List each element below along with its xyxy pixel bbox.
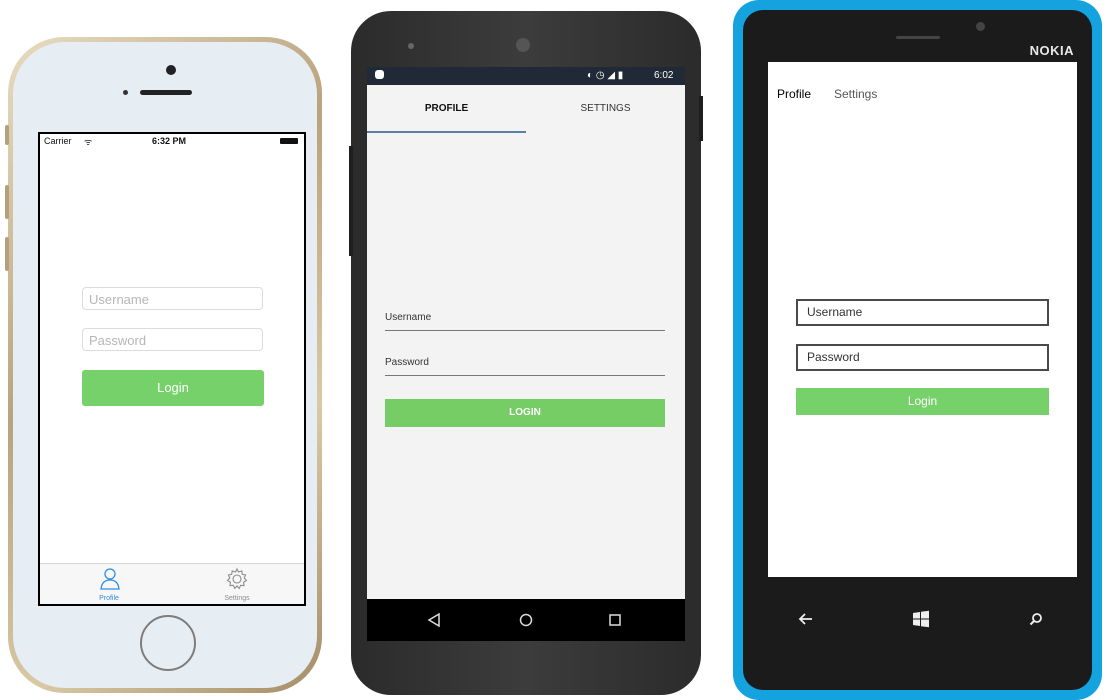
wifi-icon: ᯤ [84,137,93,147]
ios-tab-bar: Profile Settings [40,563,304,604]
volume-up-button [5,185,9,219]
login-button[interactable]: LOGIN [385,399,665,427]
camera-icon [166,65,176,75]
mute-switch [5,125,9,145]
earpiece-speaker [896,36,940,39]
proximity-sensor [123,90,128,95]
earpiece-speaker [140,90,192,95]
windows-phone-device: NOKIA Profile Settings Username Password… [733,0,1102,700]
gear-icon [226,567,248,590]
iphone-device: Carrier ᯤ 6:32 PM Username Password Logi… [5,37,322,693]
nokia-logo: NOKIA [1029,43,1074,58]
lumia-bezel: NOKIA Profile Settings Username Password… [743,10,1092,690]
volume-button [349,146,353,256]
volume-down-button [5,237,9,271]
login-button[interactable]: Login [796,388,1049,415]
tab-profile[interactable]: Profile [79,564,139,604]
tab-settings[interactable]: SETTINGS [526,85,685,133]
password-field[interactable]: Password [385,357,665,376]
power-button [699,96,703,141]
search-icon[interactable] [1029,612,1043,626]
back-arrow-icon[interactable] [798,612,814,626]
windows-screen: Profile Settings Username Password Login [768,62,1077,577]
password-field[interactable]: Password [82,328,263,351]
pivot-settings[interactable]: Settings [834,87,877,101]
android-screen: ◐ ◷ ◢ ▮ 6:02 PROFILE SETTINGS Username P… [367,67,685,641]
iphone-screen: Carrier ᯤ 6:32 PM Username Password Logi… [38,132,306,606]
status-time: 6:02 [654,70,674,81]
ios-status-bar: Carrier ᯤ 6:32 PM [40,134,304,148]
status-icons: ◐ ◷ ◢ ▮ [587,70,624,81]
pivot-profile[interactable]: Profile [777,87,811,101]
android-nav-bar [367,599,685,641]
battery-icon [280,138,298,144]
username-field[interactable]: Username [796,299,1049,326]
password-field[interactable]: Password [796,344,1049,371]
home-icon[interactable] [519,613,533,627]
tab-indicator [367,131,526,133]
ios-app: Carrier ᯤ 6:32 PM Username Password Logi… [40,134,304,604]
username-field[interactable]: Username [385,312,665,331]
tab-settings-label: Settings [224,595,250,602]
tab-profile-label: Profile [99,595,119,602]
username-field[interactable]: Username [82,287,263,310]
tab-profile[interactable]: PROFILE [367,85,526,133]
front-camera-icon [976,22,985,31]
status-time: 6:32 PM [152,136,187,146]
iphone-faceplate: Carrier ᯤ 6:32 PM Username Password Logi… [13,42,317,688]
profile-icon [100,568,120,590]
back-icon[interactable] [427,613,441,627]
android-status-bar: ◐ ◷ ◢ ▮ 6:02 [367,67,685,85]
android-robot-icon [375,70,384,79]
android-device: ◐ ◷ ◢ ▮ 6:02 PROFILE SETTINGS Username P… [349,11,703,695]
carrier-label: Carrier [44,136,72,146]
recents-icon[interactable] [608,613,622,627]
front-camera-icon [516,38,530,52]
android-tab-bar: PROFILE SETTINGS [367,85,685,133]
windows-start-icon[interactable] [912,610,930,628]
sensor-dot [408,43,414,49]
home-button[interactable] [140,615,196,671]
tab-settings[interactable]: Settings [207,564,267,604]
login-button[interactable]: Login [82,370,264,406]
